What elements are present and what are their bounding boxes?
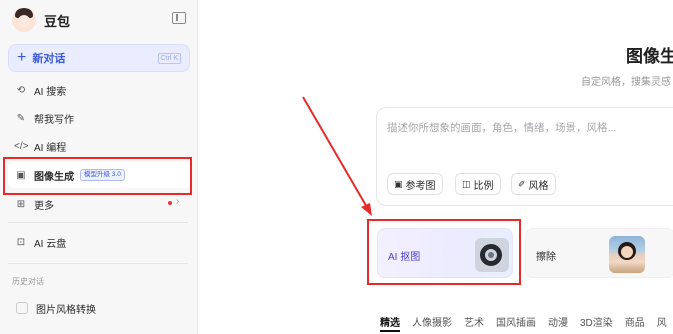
divider [8, 263, 188, 264]
divider [8, 222, 188, 223]
sidebar-item-writing[interactable]: ✎ 帮我写作 [8, 105, 190, 131]
shortcut-hint: Ctrl K [157, 53, 181, 64]
sidebar-item-label: 帮我写作 [34, 114, 74, 126]
sidebar: 豆包 + 新对话 Ctrl K ⟲ AI 搜索 ✎ 帮我写作 </> AI 编程… [0, 0, 198, 334]
sidebar-item-label: 更多 [34, 200, 54, 212]
aspect-ratio-button[interactable]: ◫ 比例 [455, 173, 501, 195]
code-icon: </> [14, 140, 29, 152]
category-tabs: 精选 人像摄影 艺术 国风插画 动漫 3D渲染 商品 风 [380, 314, 673, 329]
tab-featured[interactable]: 精选 [380, 314, 400, 329]
page-subtitle: 自定风格，搜集灵感 [581, 77, 671, 88]
search-icon: ⟲ [16, 84, 26, 96]
brush-icon: ✐ [518, 178, 526, 189]
tab-product[interactable]: 商品 [625, 314, 645, 329]
sidebar-item-ai-search[interactable]: ⟲ AI 搜索 [8, 77, 190, 103]
history-title: 历史对话 [12, 277, 44, 286]
sidebar-item-label: AI 搜索 [34, 86, 67, 98]
brand-name: 豆包 [44, 13, 71, 29]
page-title: 图像生 [626, 47, 673, 66]
chevron-right-icon: › [176, 196, 180, 207]
cloud-drive-icon: ⊡ [16, 236, 26, 248]
reference-image-button[interactable]: ▣ 参考图 [387, 173, 443, 195]
history-item[interactable]: 图片风格转换 [8, 296, 96, 320]
sidebar-item-cloud[interactable]: ⊡ AI 云盘 [8, 229, 190, 255]
ratio-icon: ◫ [462, 178, 471, 189]
tab-portrait[interactable]: 人像摄影 [412, 314, 452, 329]
tab-art[interactable]: 艺术 [464, 314, 484, 329]
chip-label: 参考图 [405, 180, 436, 192]
new-chat-button[interactable]: + 新对话 Ctrl K [8, 44, 190, 72]
notification-dot [168, 201, 172, 205]
image-icon: ▣ [394, 178, 403, 189]
erase-card[interactable]: 擦除 [525, 228, 673, 278]
highlight-box [3, 157, 192, 195]
style-button[interactable]: ✐ 风格 [511, 173, 556, 195]
erase-thumbnail [609, 236, 645, 273]
prompt-input[interactable]: 描述你所想象的画面，角色，情绪，场景，风格... ▣ 参考图 ◫ 比例 ✐ 风格 [376, 107, 673, 206]
highlight-box [367, 219, 521, 285]
sidebar-collapse-icon[interactable] [172, 12, 186, 24]
chat-bubble-icon [16, 302, 28, 314]
sidebar-item-coding[interactable]: </> AI 编程 [8, 133, 190, 159]
tab-anime[interactable]: 动漫 [548, 314, 568, 329]
plus-icon: + [17, 49, 27, 66]
brand[interactable]: 豆包 [12, 8, 70, 32]
prompt-placeholder: 描述你所想象的画面，角色，情绪，场景，风格... [387, 122, 617, 134]
new-chat-label: 新对话 [32, 53, 66, 65]
grid-icon: ⊞ [16, 198, 26, 210]
pen-icon: ✎ [16, 112, 26, 124]
sidebar-item-more[interactable]: ⊞ 更多 › [8, 191, 190, 217]
avatar [12, 8, 36, 32]
chip-label: 比例 [473, 180, 494, 192]
sidebar-item-label: AI 编程 [34, 142, 67, 154]
active-tab-indicator [380, 330, 400, 332]
tab-guofeng[interactable]: 国风插画 [496, 314, 536, 329]
sidebar-item-label: AI 云盘 [34, 238, 67, 250]
tool-label: 擦除 [536, 252, 556, 263]
tab-more[interactable]: 风 [657, 314, 667, 329]
history-item-label: 图片风格转换 [36, 304, 96, 316]
chip-label: 风格 [528, 180, 549, 192]
tab-3d[interactable]: 3D渲染 [580, 314, 613, 329]
